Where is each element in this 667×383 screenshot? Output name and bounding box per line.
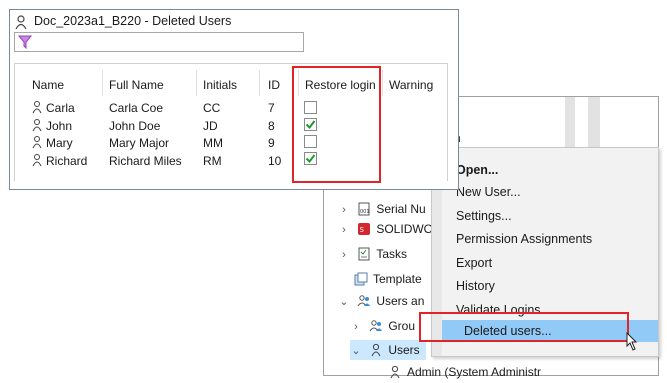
user-icon <box>32 101 42 114</box>
svg-text:S: S <box>360 226 365 234</box>
tree-item-label: Serial Nu <box>376 202 426 216</box>
column-header-full-name[interactable]: Full Name <box>109 78 164 92</box>
table-cell-id: 8 <box>268 119 275 133</box>
tree-item-label: Tasks <box>376 247 408 261</box>
tree-item-groups[interactable]: › Grou <box>350 316 415 336</box>
tree-item-label: Users <box>388 343 420 357</box>
column-divider[interactable] <box>102 70 103 96</box>
users-groups-icon <box>357 295 371 307</box>
tree-item-label: Users an <box>376 294 425 308</box>
table-cell-initials: RM <box>203 154 222 168</box>
user-icon <box>32 154 42 167</box>
table-row-name: Mary <box>32 135 73 151</box>
chevron-right-icon[interactable]: › <box>338 220 350 240</box>
tree-item-solidworks[interactable]: › S SOLIDWO <box>338 219 433 239</box>
mouse-cursor-icon <box>626 332 638 351</box>
user-icon <box>15 15 27 30</box>
tree-item-templates[interactable]: Template <box>350 269 422 289</box>
tree-item-admin[interactable]: Admin (System Administr <box>384 362 541 382</box>
menu-item-open[interactable]: Open... <box>456 159 498 181</box>
tree-item-label: Grou <box>388 319 416 333</box>
groups-icon <box>369 320 383 332</box>
column-divider[interactable] <box>259 70 260 96</box>
chevron-down-icon[interactable]: ⌄ <box>350 341 362 361</box>
user-icon <box>32 136 42 149</box>
tree-item-label: Template <box>373 272 422 286</box>
serial-number-icon: 001 <box>358 202 370 216</box>
chevron-right-icon[interactable]: › <box>350 317 362 337</box>
svg-text:001: 001 <box>360 209 370 215</box>
table-cell-full-name: Mary Major <box>109 136 170 150</box>
user-icon <box>390 365 400 379</box>
tree-item-serial-numbers[interactable]: › 001 Serial Nu <box>338 199 426 219</box>
user-icon <box>371 343 381 357</box>
filter-input[interactable] <box>14 32 304 52</box>
table-cell-full-name: Richard Miles <box>109 154 182 168</box>
tree-item-label: Admin (System Administr <box>407 365 542 379</box>
menu-item-new-user[interactable]: New User... <box>456 181 521 203</box>
menu-item-export[interactable]: Export <box>456 252 492 274</box>
table-cell-id: 10 <box>268 154 282 168</box>
dialog-title: Doc_2023a1_B220 - Deleted Users <box>34 14 232 28</box>
table-cell-id: 9 <box>268 136 275 150</box>
user-name: Mary <box>46 136 73 150</box>
tasks-icon <box>358 247 370 261</box>
column-divider[interactable] <box>196 70 197 96</box>
column-header-id[interactable]: ID <box>268 78 280 92</box>
table-cell-full-name: John Doe <box>109 119 161 133</box>
menu-item-history[interactable]: History <box>456 275 495 297</box>
table-row-name: Carla <box>32 100 75 116</box>
tree-item-users-and-groups[interactable]: ⌄ Users an <box>338 291 424 311</box>
menu-item-settings[interactable]: Settings... <box>456 205 512 227</box>
chevron-right-icon[interactable]: › <box>338 245 350 265</box>
user-name: Richard <box>46 154 88 168</box>
column-divider[interactable] <box>382 70 383 96</box>
user-name: Carla <box>46 101 75 115</box>
tree-item-users[interactable]: ⌄ Users <box>350 340 426 360</box>
highlight-callout <box>292 66 381 183</box>
template-icon <box>354 272 368 286</box>
chevron-down-icon[interactable]: ⌄ <box>338 292 350 312</box>
table-row-name: John <box>32 118 72 134</box>
table-cell-id: 7 <box>268 101 275 115</box>
dialog-titlebar[interactable]: Doc_2023a1_B220 - Deleted Users <box>10 10 458 34</box>
solidworks-icon: S <box>358 223 371 235</box>
tree-item-label: SOLIDWO <box>376 222 434 236</box>
highlight-callout <box>419 312 629 342</box>
table-cell-initials: MM <box>203 136 223 150</box>
column-header-warning[interactable]: Warning <box>389 78 433 92</box>
column-header-name[interactable]: Name <box>32 78 64 92</box>
table-cell-initials: CC <box>203 101 221 115</box>
user-name: John <box>46 119 73 133</box>
filter-icon[interactable] <box>18 35 32 49</box>
column-header-initials[interactable]: Initials <box>203 78 237 92</box>
table-row-name: Richard <box>32 153 87 169</box>
menu-item-permission-assignments[interactable]: Permission Assignments <box>456 228 592 250</box>
chevron-right-icon[interactable]: › <box>338 200 350 220</box>
user-icon <box>32 119 42 132</box>
table-cell-initials: JD <box>203 119 218 133</box>
tree-item-tasks[interactable]: › Tasks <box>338 244 407 264</box>
table-cell-full-name: Carla Coe <box>109 101 164 115</box>
